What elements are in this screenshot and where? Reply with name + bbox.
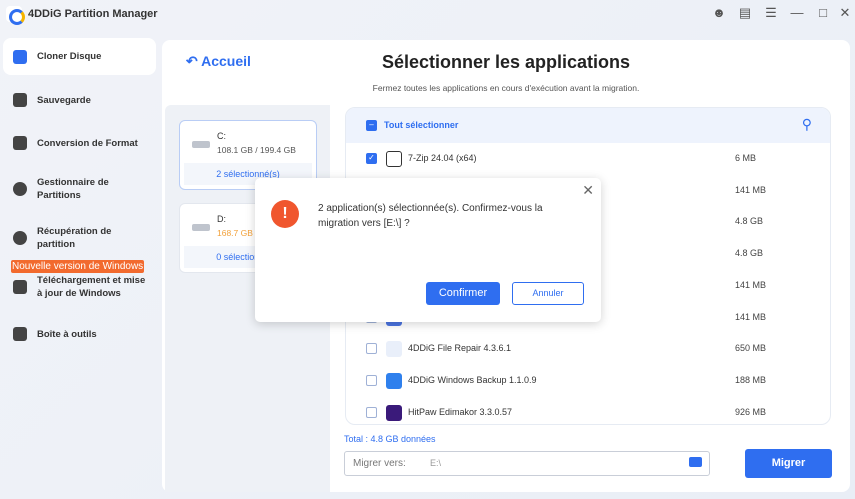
disk-name: D: xyxy=(217,214,226,224)
destination-value: E:\ xyxy=(430,458,442,468)
download-icon xyxy=(13,280,27,294)
app-row[interactable]: 4DDiG File Repair 4.3.6.1 650 MB xyxy=(346,333,830,365)
warning-icon: ! xyxy=(271,200,299,228)
app-logo-icon xyxy=(6,6,25,25)
maximize-icon[interactable]: □ xyxy=(814,5,832,20)
sidebar-item-backup[interactable]: Sauvegarde xyxy=(3,93,156,107)
new-version-badge: Nouvelle version de Windows xyxy=(11,260,145,273)
destination-label: Migrer vers: xyxy=(353,458,406,469)
toolbox-icon xyxy=(13,327,27,341)
disk-size: 168.7 GB xyxy=(217,228,253,238)
folder-icon[interactable] xyxy=(689,457,702,467)
drive-icon xyxy=(192,141,210,148)
app-row[interactable]: HitPaw Edimakor 3.3.0.57 926 MB xyxy=(346,397,830,424)
disk-name: C: xyxy=(217,131,226,141)
app-icon xyxy=(386,151,402,167)
confirm-button[interactable]: Confirmer xyxy=(426,282,500,305)
app-checkbox[interactable]: ✓ xyxy=(366,153,377,164)
sidebar-item-partitions[interactable]: Gestionnaire de Partitions xyxy=(3,176,113,202)
select-all-label[interactable]: Tout sélectionner xyxy=(384,120,458,130)
app-size: 6 MB xyxy=(735,153,757,163)
app-list-header: – Tout sélectionner ⚲ xyxy=(346,108,830,143)
sidebar-item-label: Sauvegarde xyxy=(37,94,91,106)
drive-icon xyxy=(192,224,210,231)
app-size: 4.8 GB xyxy=(735,216,764,227)
conversion-icon xyxy=(13,136,27,150)
sidebar-item-label: Récupération de partition xyxy=(37,226,112,250)
confirm-dialog: ✕ ! 2 application(s) sélectionnée(s). Co… xyxy=(255,178,601,322)
app-icon xyxy=(386,404,402,421)
app-checkbox[interactable] xyxy=(366,374,377,386)
app-size: 141 MB xyxy=(735,184,767,195)
app-checkbox[interactable] xyxy=(366,406,377,418)
close-icon[interactable]: ✕ xyxy=(836,5,854,21)
app-size: 4.8 GB xyxy=(735,248,764,259)
feedback-icon[interactable]: ▤ xyxy=(736,5,754,21)
app-name: 7-Zip 24.04 (x64) xyxy=(408,153,477,163)
page-subtitle: Fermez toutes les applications en cours … xyxy=(372,83,640,93)
minimize-icon[interactable]: — xyxy=(788,5,806,20)
app-icon xyxy=(386,372,402,389)
app-row[interactable]: ✓ 7-Zip 24.04 (x64) 6 MB xyxy=(346,143,830,175)
cancel-button[interactable]: Annuler xyxy=(512,282,584,305)
sidebar-item-conversion[interactable]: Conversion de Format xyxy=(3,136,156,150)
recovery-icon xyxy=(13,231,27,245)
app-title: 4DDiG Partition Manager xyxy=(28,8,158,20)
sidebar-item-windows-update[interactable]: Téléchargement et mise à jour de Windows xyxy=(3,274,153,300)
search-icon[interactable]: ⚲ xyxy=(802,116,812,133)
total-size: Total : 4.8 GB données xyxy=(344,434,436,444)
title-bar: 4DDiG Partition Manager ☻ ▤ ☰ — □ ✕ xyxy=(0,0,855,30)
app-name: 4DDiG Windows Backup 1.1.0.9 xyxy=(408,374,537,385)
app-size: 141 MB xyxy=(735,311,767,322)
app-size: 926 MB xyxy=(735,406,767,417)
menu-icon[interactable]: ☰ xyxy=(762,5,780,21)
destination-field[interactable]: Migrer vers: E:\ xyxy=(344,451,710,476)
app-name: HitPaw Edimakor 3.3.0.57 xyxy=(408,406,513,417)
clone-icon xyxy=(13,49,27,64)
account-icon[interactable]: ☻ xyxy=(710,5,728,20)
sidebar-item-label: Gestionnaire de Partitions xyxy=(37,177,109,201)
migrate-button[interactable]: Migrer xyxy=(745,449,832,478)
select-all-checkbox[interactable]: – xyxy=(366,120,377,131)
app-checkbox[interactable] xyxy=(366,343,377,355)
disk-size: 108.1 GB / 199.4 GB xyxy=(217,145,296,155)
sidebar-item-clone[interactable]: Cloner Disque xyxy=(3,38,156,75)
sidebar-item-label: Cloner Disque xyxy=(37,51,102,62)
app-size: 188 MB xyxy=(735,374,767,385)
app-size: 650 MB xyxy=(735,343,767,354)
page-title: Sélectionner les applications xyxy=(381,52,631,72)
sidebar-item-label: Conversion de Format xyxy=(37,137,138,149)
close-dialog-icon[interactable]: ✕ xyxy=(582,182,594,199)
dialog-message: 2 application(s) sélectionnée(s). Confir… xyxy=(318,203,543,229)
pie-chart-icon xyxy=(13,182,27,196)
app-row[interactable]: 4DDiG Windows Backup 1.1.0.9 188 MB xyxy=(346,365,830,397)
app-name: 4DDiG File Repair 4.3.6.1 xyxy=(408,343,512,354)
backup-icon xyxy=(13,93,27,107)
sidebar-item-label: Téléchargement et mise à jour de Windows xyxy=(37,275,146,299)
sidebar-item-label: Boîte à outils xyxy=(37,328,97,340)
sidebar-item-toolbox[interactable]: Boîte à outils xyxy=(3,327,156,341)
app-size: 141 MB xyxy=(735,279,767,290)
app-icon xyxy=(386,341,402,358)
sidebar-item-recovery[interactable]: Récupération de partition xyxy=(3,225,123,251)
